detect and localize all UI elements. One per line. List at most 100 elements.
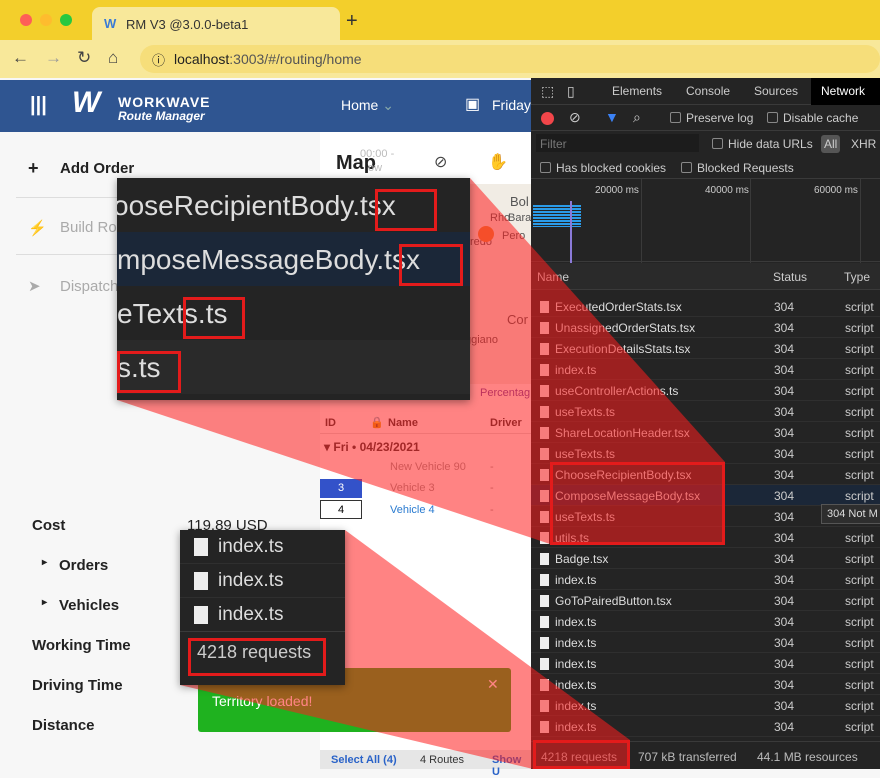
hide-data-urls-checkbox[interactable]: Hide data URLs	[712, 137, 813, 151]
depot-marker-icon[interactable]	[478, 226, 494, 242]
request-row[interactable]: Badge.tsx 304 script	[531, 548, 880, 569]
show-button[interactable]: Show U	[492, 754, 531, 778]
request-status: 304	[774, 489, 795, 503]
menu-icon[interactable]: |||	[30, 94, 47, 117]
group-row[interactable]: ▾ Fri • 04/23/2021	[324, 440, 420, 454]
home-icon[interactable]: ⌂	[108, 48, 118, 68]
request-row[interactable]: useTexts.ts 304 script	[531, 401, 880, 422]
request-name: index.ts	[555, 615, 597, 629]
request-row[interactable]: index.ts 304 script	[531, 632, 880, 653]
request-status: 304	[774, 510, 795, 524]
hide-data-urls-label: Hide data URLs	[728, 137, 813, 151]
col-type[interactable]: Type	[844, 270, 870, 284]
maximize-window-button[interactable]	[60, 14, 72, 26]
request-row[interactable]: ShareLocationHeader.tsx 304 script	[531, 422, 880, 443]
request-row[interactable]: UnassignedOrderStats.tsx 304 script	[531, 317, 880, 338]
filter-input[interactable]: Filter	[536, 134, 699, 152]
orders-toggle[interactable]: Orders	[59, 557, 108, 574]
request-row[interactable]: index.ts 304 script	[531, 695, 880, 716]
request-row[interactable]: ExecutedOrderStats.tsx 304 script	[531, 296, 880, 317]
col-status[interactable]: Status	[773, 270, 807, 284]
request-row[interactable]: ExecutionDetailsStats.tsx 304 script	[531, 338, 880, 359]
preserve-log-checkbox[interactable]: Preserve log	[670, 111, 753, 125]
home-nav[interactable]: Home ⌄	[341, 97, 394, 114]
new-tab-button[interactable]: +	[346, 10, 358, 33]
minimize-window-button[interactable]	[40, 14, 52, 26]
request-row[interactable]: index.ts 304 script	[531, 611, 880, 632]
tab-sources[interactable]: Sources	[754, 84, 798, 98]
caret-right-icon[interactable]: ▸	[42, 597, 47, 608]
col-id[interactable]: ID	[325, 417, 336, 429]
tab-network[interactable]: Network	[811, 78, 880, 105]
clear-icon[interactable]: ⊘	[569, 109, 581, 126]
add-order-button[interactable]: Add Order	[60, 160, 134, 177]
filter-icon[interactable]: ▼	[605, 109, 619, 125]
close-icon[interactable]: ✕	[487, 676, 499, 693]
traffic-off-icon[interactable]: ⊘	[434, 152, 447, 172]
calendar-icon[interactable]: ▣	[465, 94, 480, 114]
request-row[interactable]: index.ts 304 script	[531, 716, 880, 737]
blocked-requests-checkbox[interactable]: Blocked Requests	[681, 161, 794, 175]
request-row[interactable]: index.ts 304 script	[531, 569, 880, 590]
request-row[interactable]: useControllerActions.ts 304 script	[531, 380, 880, 401]
build-routes-button[interactable]: Build Ro	[60, 219, 117, 236]
record-icon[interactable]	[541, 112, 554, 125]
route-name[interactable]: Vehicle 4	[390, 504, 435, 516]
caret-right-icon[interactable]: ▸	[42, 557, 47, 568]
forward-icon[interactable]: →	[45, 48, 62, 68]
request-type: script	[845, 384, 874, 398]
request-row[interactable]: index.ts 304 script	[531, 653, 880, 674]
request-row[interactable]: index.ts 304 script	[531, 674, 880, 695]
route-name[interactable]: New Vehicle 90	[390, 461, 466, 473]
inspect-icon[interactable]: ⬚	[541, 83, 554, 100]
file-icon	[540, 322, 549, 334]
request-row[interactable]: useTexts.ts 304 script	[531, 443, 880, 464]
dispatch-button[interactable]: Dispatch	[60, 278, 118, 295]
blocked-cookies-checkbox[interactable]: Has blocked cookies	[540, 161, 666, 175]
group-date: 04/23/2021	[359, 440, 420, 454]
request-status: 304	[774, 405, 795, 419]
tab-elements[interactable]: Elements	[612, 84, 662, 98]
close-window-button[interactable]	[20, 14, 32, 26]
request-row[interactable]: GoToPairedButton.tsx 304 script	[531, 590, 880, 611]
request-status: 304	[774, 573, 795, 587]
vehicles-toggle[interactable]: Vehicles	[59, 597, 119, 614]
tab-console[interactable]: Console	[686, 84, 730, 98]
timeline-tick: 40000 ms	[705, 185, 749, 196]
request-row[interactable]: index.ts 304 script	[531, 359, 880, 380]
request-status: 304	[774, 426, 795, 440]
select-all-button[interactable]: Select All (4)	[331, 754, 397, 766]
filter-all-button[interactable]: All	[821, 135, 841, 153]
browser-tab[interactable]: W RM V3 @3.0.0-beta1	[92, 7, 340, 40]
request-type: script	[845, 405, 874, 419]
back-icon[interactable]: ←	[12, 48, 29, 68]
file-icon	[540, 595, 549, 607]
file-icon	[540, 301, 549, 313]
request-name: index.ts	[555, 573, 597, 587]
route-id[interactable]: 3	[320, 479, 362, 498]
route-id[interactable]: 4	[320, 500, 362, 519]
percentage-toggle[interactable]: Percentag	[480, 387, 530, 399]
url-input[interactable]: ⓘ localhost:3003/#/routing/home	[140, 45, 880, 73]
request-status: 304	[774, 657, 795, 671]
filter-xhr-button[interactable]: XHR	[851, 137, 876, 151]
devtools-panel: ⬚ ▯ Elements Console Sources Network ⊘ ▼…	[531, 78, 880, 769]
map-label: Rho	[490, 212, 511, 224]
route-name[interactable]: Vehicle 3	[390, 482, 435, 494]
request-status: 304	[774, 678, 795, 692]
map-time2: ow	[368, 162, 383, 174]
request-type: script	[845, 636, 874, 650]
device-toolbar-icon[interactable]: ▯	[567, 83, 575, 100]
reload-icon[interactable]: ↻	[77, 48, 91, 68]
search-icon[interactable]: ⌕	[633, 109, 641, 126]
network-timeline[interactable]: 20000 ms 40000 ms 60000 ms	[531, 178, 880, 263]
col-name[interactable]: Name	[388, 417, 418, 429]
request-status: 304	[774, 720, 795, 734]
request-type: script	[845, 678, 874, 692]
col-name[interactable]: Name	[537, 270, 569, 284]
disable-cache-checkbox[interactable]: Disable cache	[767, 111, 858, 125]
col-driver[interactable]: Driver	[490, 417, 522, 429]
file-icon	[540, 406, 549, 418]
date-label[interactable]: Friday	[492, 97, 531, 113]
hand-icon[interactable]: ✋	[488, 152, 508, 172]
